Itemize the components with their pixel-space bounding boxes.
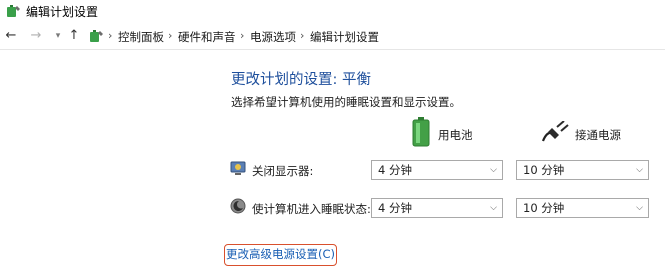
- sleep-battery-value: 4 分钟: [378, 201, 412, 215]
- advanced-power-settings-link[interactable]: 更改高级电源设置(C): [224, 244, 337, 266]
- forward-arrow-icon[interactable]: →: [28, 27, 44, 45]
- breadcrumb-separator-icon: ›: [168, 29, 173, 42]
- chevron-down-icon: ⌵: [636, 203, 643, 213]
- turn-off-display-label: 关闭显示器:: [252, 164, 314, 178]
- recent-locations-chevron-icon[interactable]: ▾: [50, 27, 66, 45]
- breadcrumb-edit-plan[interactable]: 编辑计划设置: [310, 29, 379, 45]
- control-panel-icon: [90, 30, 103, 42]
- chevron-down-icon: ⌵: [490, 165, 497, 175]
- sleep-battery-select[interactable]: 4 分钟 ⌵: [371, 198, 503, 218]
- display-battery-value: 4 分钟: [378, 163, 412, 177]
- breadcrumb-control-panel[interactable]: 控制面板: [118, 29, 164, 45]
- plugged-column-label: 接通电源: [575, 128, 621, 142]
- power-plan-icon: [7, 5, 20, 17]
- battery-icon: [412, 117, 430, 147]
- up-arrow-icon[interactable]: ↑: [66, 27, 82, 45]
- display-icon: [230, 161, 246, 175]
- power-plug-icon: [541, 121, 569, 142]
- chevron-down-icon: ⌵: [636, 165, 643, 175]
- navigation-bar: ← → ▾ ↑ › 控制面板 › 硬件和声音 › 电源选项 › 编辑计划设置: [0, 25, 665, 50]
- back-arrow-icon[interactable]: ←: [3, 27, 19, 45]
- breadcrumb-separator-icon: ›: [300, 29, 305, 42]
- window-title: 编辑计划设置: [26, 5, 99, 19]
- breadcrumb-power-options[interactable]: 电源选项: [250, 29, 296, 45]
- page-description: 选择希望计算机使用的睡眠设置和显示设置。: [231, 95, 461, 109]
- title-bar: 编辑计划设置: [0, 0, 665, 22]
- sleep-label: 使计算机进入睡眠状态:: [252, 202, 371, 216]
- sleep-plugged-value: 10 分钟: [523, 201, 565, 215]
- display-plugged-select[interactable]: 10 分钟 ⌵: [516, 160, 649, 180]
- breadcrumb-hardware-sound[interactable]: 硬件和声音: [178, 29, 236, 45]
- display-battery-select[interactable]: 4 分钟 ⌵: [371, 160, 503, 180]
- page-title: 更改计划的设置: 平衡: [231, 72, 371, 88]
- sleep-plugged-select[interactable]: 10 分钟 ⌵: [516, 198, 649, 218]
- battery-column-label: 用电池: [438, 128, 473, 142]
- chevron-down-icon: ⌵: [490, 203, 497, 213]
- display-plugged-value: 10 分钟: [523, 163, 565, 177]
- sleep-icon: [230, 198, 246, 214]
- breadcrumb-separator-icon: ›: [108, 29, 113, 42]
- breadcrumb-separator-icon: ›: [240, 29, 245, 42]
